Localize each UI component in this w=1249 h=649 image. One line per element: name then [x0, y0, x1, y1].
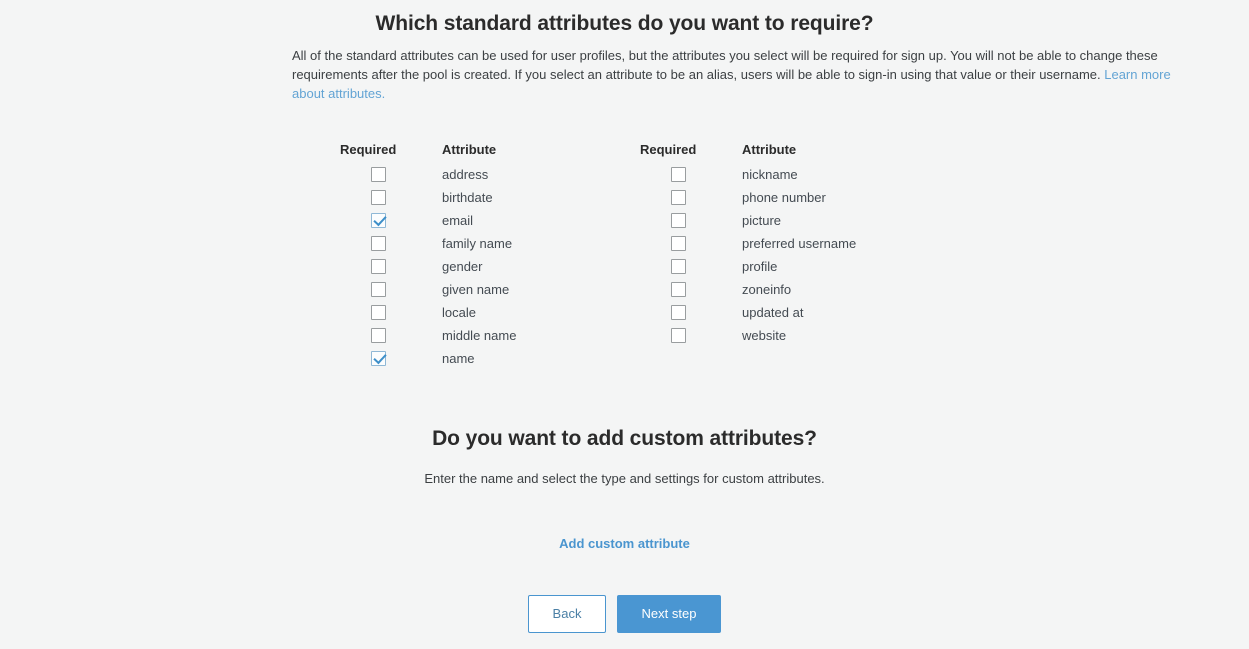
attribute-required-cell: [640, 190, 716, 205]
standard-attributes-heading: Which standard attributes do you want to…: [375, 12, 874, 35]
attribute-row: zoneinfo: [640, 278, 940, 301]
attribute-row: profile: [640, 255, 940, 278]
attribute-name-label: locale: [442, 305, 476, 320]
column-header-required: Required: [640, 142, 697, 157]
standard-attributes-table: Required Attribute address birthdate email…: [340, 142, 960, 370]
attribute-column-header: Required Attribute: [640, 142, 940, 163]
attribute-name-label: updated at: [742, 305, 804, 320]
attribute-required-cell: [340, 167, 416, 182]
attribute-name-label: middle name: [442, 328, 517, 343]
attribute-required-cell: [340, 305, 416, 320]
attribute-row: updated at: [640, 301, 940, 324]
attribute-name-label: given name: [442, 282, 510, 297]
attribute-required-cell: [340, 282, 416, 297]
page-root: Which standard attributes do you want to…: [0, 0, 1249, 649]
attribute-name-label: family name: [442, 236, 513, 251]
checkbox-profile[interactable]: [670, 259, 686, 274]
custom-attributes-heading: Do you want to add custom attributes?: [432, 427, 817, 450]
add-custom-attribute-wrapper: Add custom attribute: [0, 535, 1249, 553]
attribute-required-cell: [640, 213, 716, 228]
attribute-row: address: [340, 163, 640, 186]
attribute-row: given name: [340, 278, 640, 301]
attribute-row: nickname: [640, 163, 940, 186]
next-step-button[interactable]: Next step: [617, 595, 721, 633]
attribute-name-label: gender: [442, 259, 483, 274]
attribute-column-header: Required Attribute: [340, 142, 640, 163]
attribute-column-right: Required Attribute nickname phone number p…: [640, 142, 940, 370]
intro-paragraph-text: All of the standard attributes can be us…: [292, 48, 1158, 82]
attribute-row: website: [640, 324, 940, 347]
checkbox-given-name[interactable]: [370, 282, 386, 297]
attribute-row: picture: [640, 209, 940, 232]
checkbox-address[interactable]: [370, 167, 386, 182]
attribute-required-cell: [640, 236, 716, 251]
attribute-name-label: phone number: [742, 190, 826, 205]
attribute-row: birthdate: [340, 186, 640, 209]
attribute-name-label: birthdate: [442, 190, 493, 205]
attribute-column-left: Required Attribute address birthdate email…: [340, 142, 640, 370]
attribute-row: locale: [340, 301, 640, 324]
column-header-attribute: Attribute: [742, 142, 797, 157]
attribute-row: phone number: [640, 186, 940, 209]
attribute-required-cell: [340, 259, 416, 274]
checkbox-birthdate[interactable]: [370, 190, 386, 205]
attribute-row: gender: [340, 255, 640, 278]
attribute-rows-right: nickname phone number picture preferred use…: [640, 163, 940, 347]
column-header-attribute: Attribute: [442, 142, 497, 157]
attribute-required-cell: [340, 328, 416, 343]
checkbox-phone-number[interactable]: [670, 190, 686, 205]
checkbox-family-name[interactable]: [370, 236, 386, 251]
back-button[interactable]: Back: [528, 595, 606, 633]
attribute-required-cell: [640, 167, 716, 182]
add-custom-attribute-link[interactable]: Add custom attribute: [559, 536, 690, 551]
attribute-required-cell: [640, 305, 716, 320]
checkbox-picture[interactable]: [670, 213, 686, 228]
attribute-rows-left: address birthdate email family name gender gi…: [340, 163, 640, 370]
attribute-required-cell: [340, 213, 416, 228]
column-header-required: Required: [340, 142, 397, 157]
attribute-row: name: [340, 347, 640, 370]
attribute-name-label: picture: [742, 213, 782, 228]
attribute-row: middle name: [340, 324, 640, 347]
footer-button-group: Back Next step: [0, 595, 1249, 633]
attribute-required-cell: [340, 190, 416, 205]
attribute-name-label: website: [742, 328, 787, 343]
attribute-name-label: zoneinfo: [742, 282, 792, 297]
attribute-required-cell: [340, 236, 416, 251]
attribute-row: email: [340, 209, 640, 232]
attribute-name-label: preferred username: [742, 236, 857, 251]
attribute-name-label: profile: [742, 259, 778, 274]
checkbox-website[interactable]: [670, 328, 686, 343]
attribute-required-cell: [640, 328, 716, 343]
checkbox-updated-at[interactable]: [670, 305, 686, 320]
checkbox-zoneinfo[interactable]: [670, 282, 686, 297]
checkbox-name[interactable]: [370, 351, 386, 366]
attribute-required-cell: [640, 259, 716, 274]
standard-attributes-intro: All of the standard attributes can be us…: [292, 46, 1204, 103]
attribute-name-label: address: [442, 167, 489, 182]
checkbox-gender[interactable]: [370, 259, 386, 274]
attribute-required-cell: [640, 282, 716, 297]
attribute-name-label: nickname: [742, 167, 798, 182]
attribute-name-label: name: [442, 351, 475, 366]
checkbox-nickname[interactable]: [670, 167, 686, 182]
checkbox-middle-name[interactable]: [370, 328, 386, 343]
attribute-required-cell: [340, 351, 416, 366]
checkbox-preferred-username[interactable]: [670, 236, 686, 251]
custom-attributes-subtitle: Enter the name and select the type and s…: [424, 471, 825, 486]
attribute-name-label: email: [442, 213, 474, 228]
checkbox-locale[interactable]: [370, 305, 386, 320]
attribute-row: preferred username: [640, 232, 940, 255]
attribute-row: family name: [340, 232, 640, 255]
checkbox-email[interactable]: [370, 213, 386, 228]
